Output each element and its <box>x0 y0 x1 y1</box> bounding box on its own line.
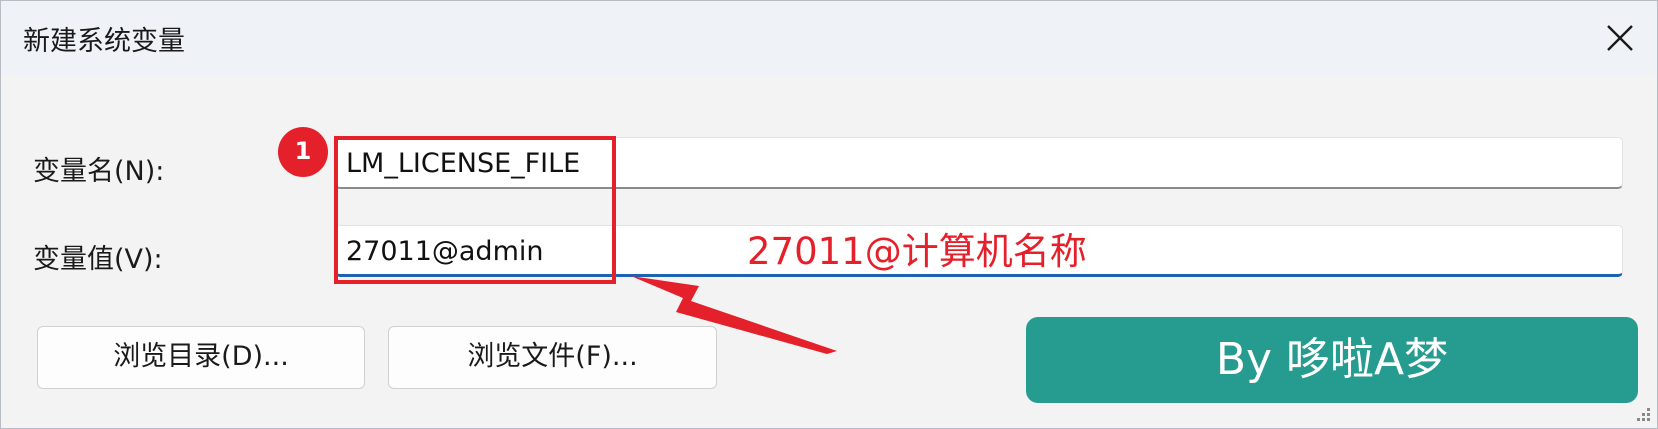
new-system-variable-dialog: 新建系统变量 变量名(N): LM_LICENSE_FILE 变量值(V): 2… <box>0 0 1658 429</box>
author-watermark: By 哆啦A梦 <box>1026 317 1638 403</box>
resize-grip-icon[interactable] <box>1635 406 1651 422</box>
